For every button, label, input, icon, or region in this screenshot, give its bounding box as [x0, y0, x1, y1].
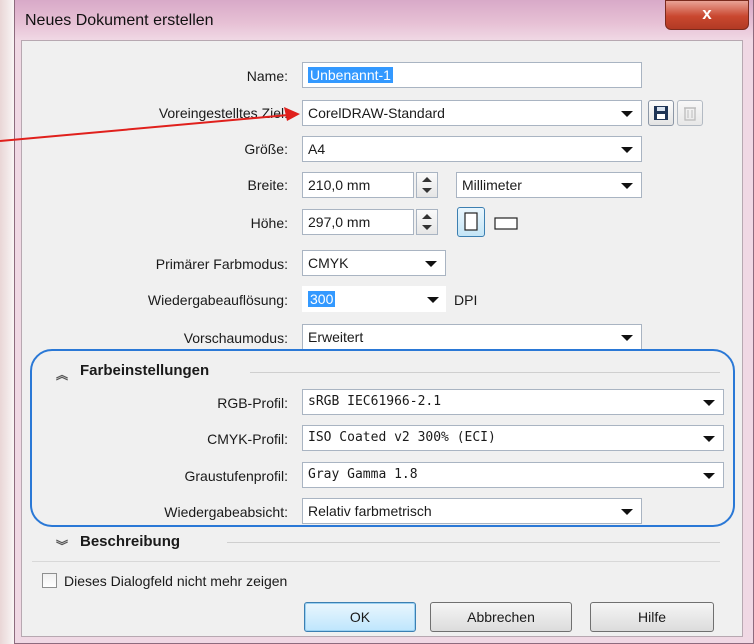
- annotation-arrow-layer: [0, 107, 300, 142]
- annotation-arrow-head: [284, 107, 300, 121]
- annotation-arrow-line: [0, 114, 289, 142]
